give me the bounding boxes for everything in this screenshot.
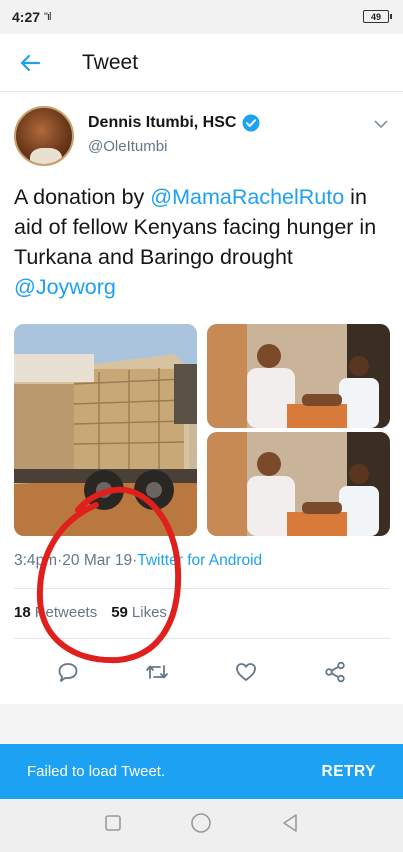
tweet-stats: 18 Retweets 59 Likes (14, 604, 167, 621)
avatar[interactable] (14, 106, 74, 166)
tweet-time-suffix: pm (35, 552, 58, 569)
back-arrow-icon[interactable] (0, 34, 60, 92)
tweet-card: Dennis Itumbi, HSC @OleItumbi A donation… (0, 92, 403, 704)
media-image-truck[interactable] (14, 324, 197, 536)
reply-icon[interactable] (48, 652, 88, 692)
retweets-label: Retweets (34, 604, 98, 621)
media-image-handshake-bottom[interactable] (207, 432, 390, 536)
chevron-down-icon[interactable] (373, 116, 389, 134)
recents-icon[interactable] (104, 814, 122, 837)
tweet-date: 20 Mar 19 (62, 552, 133, 569)
tweet-timestamp: 3:4 pm · 20 Mar 19 · Twitter for Android (14, 552, 262, 570)
status-time: 4:27 (12, 9, 41, 25)
author-handle[interactable]: @OleItumbi (88, 138, 260, 155)
mention-link[interactable]: @MamaRachelRuto (150, 185, 344, 209)
retweets-count: 18 (14, 604, 31, 621)
retweets-stat[interactable]: 18 Retweets (14, 604, 97, 621)
tweet-text-part: A donation by (14, 185, 151, 209)
heart-icon[interactable] (226, 652, 266, 692)
tweet-source[interactable]: Twitter for Android (137, 552, 262, 570)
verified-badge-icon (242, 114, 260, 132)
signal-icon: "ıl (44, 11, 51, 23)
tweet-author[interactable]: Dennis Itumbi, HSC @OleItumbi (14, 106, 260, 166)
retweet-icon[interactable] (137, 652, 177, 692)
likes-count: 59 (111, 604, 128, 621)
error-bar: Failed to load Tweet. RETRY (0, 744, 403, 799)
error-message: Failed to load Tweet. (27, 763, 166, 780)
tweet-actions (0, 652, 403, 692)
divider (14, 638, 390, 639)
tweet-text: A donation by @MamaRachelRuto in aid of … (14, 182, 392, 302)
media-image-handshake-top[interactable] (207, 324, 390, 428)
back-nav-icon[interactable] (281, 813, 299, 838)
media-grid (14, 324, 390, 536)
author-name[interactable]: Dennis Itumbi, HSC (88, 114, 236, 132)
likes-stat[interactable]: 59 Likes (111, 604, 167, 621)
app-header: Tweet (0, 34, 403, 92)
page-title: Tweet (82, 50, 139, 74)
mention-link[interactable]: @Joyworg (14, 275, 116, 299)
tweet-time: 3:4 (14, 552, 36, 569)
retry-button[interactable]: RETRY (322, 763, 376, 781)
share-icon[interactable] (315, 652, 355, 692)
home-icon[interactable] (190, 812, 212, 839)
battery-icon: 49 (363, 10, 392, 23)
android-nav-bar (0, 799, 403, 852)
status-bar: 4:27 "ıl 49 (0, 0, 403, 34)
divider (14, 588, 390, 589)
likes-label: Likes (131, 604, 167, 621)
